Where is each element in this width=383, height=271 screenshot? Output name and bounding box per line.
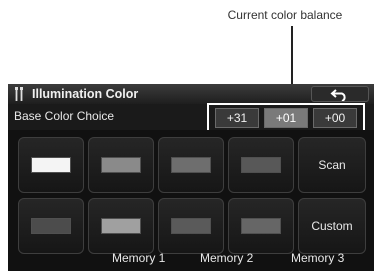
color-swatch xyxy=(171,157,211,173)
balance-value-blue[interactable]: +00 xyxy=(313,108,357,128)
color-swatch xyxy=(241,218,281,234)
memory-1-label: Memory 1 xyxy=(112,251,166,265)
base-color-bar: Base Color Choice +31 +01 +00 xyxy=(8,103,374,133)
color-swatch-button[interactable] xyxy=(158,137,224,193)
color-swatch xyxy=(31,218,71,234)
illumination-icon xyxy=(14,86,26,102)
color-swatch-button[interactable] xyxy=(18,198,84,254)
color-swatch-button[interactable] xyxy=(228,137,294,193)
back-button[interactable] xyxy=(311,86,369,102)
color-swatch xyxy=(101,157,141,173)
base-color-label: Base Color Choice xyxy=(14,109,115,123)
back-arrow-icon xyxy=(330,89,346,101)
memory-1-button[interactable] xyxy=(88,198,154,254)
color-swatch-button[interactable] xyxy=(88,137,154,193)
title-bar: Illumination Color xyxy=(8,84,374,104)
color-swatch xyxy=(31,157,71,173)
memory-2-label: Memory 2 xyxy=(200,251,254,265)
memory-2-button[interactable] xyxy=(158,198,224,254)
page: { "callout": { "text": "Current color ba… xyxy=(0,0,383,271)
color-swatch xyxy=(171,218,211,234)
device-screen: Illumination Color Base Color Choice +31… xyxy=(8,84,374,271)
custom-button[interactable]: Custom xyxy=(298,198,366,254)
screen-title: Illumination Color xyxy=(32,87,139,101)
color-grid: Scan Custom xyxy=(8,130,374,271)
color-swatch xyxy=(241,157,281,173)
color-swatch-button[interactable] xyxy=(18,137,84,193)
balance-value-red[interactable]: +31 xyxy=(215,108,259,128)
callout-label: Current color balance xyxy=(227,8,343,22)
color-balance-highlight: +31 +01 +00 xyxy=(207,103,365,133)
memory-3-label: Memory 3 xyxy=(291,251,345,265)
memory-3-button[interactable] xyxy=(228,198,294,254)
callout-line xyxy=(291,26,293,84)
scan-button[interactable]: Scan xyxy=(298,137,366,193)
balance-value-green[interactable]: +01 xyxy=(264,108,308,128)
color-swatch xyxy=(101,218,141,234)
